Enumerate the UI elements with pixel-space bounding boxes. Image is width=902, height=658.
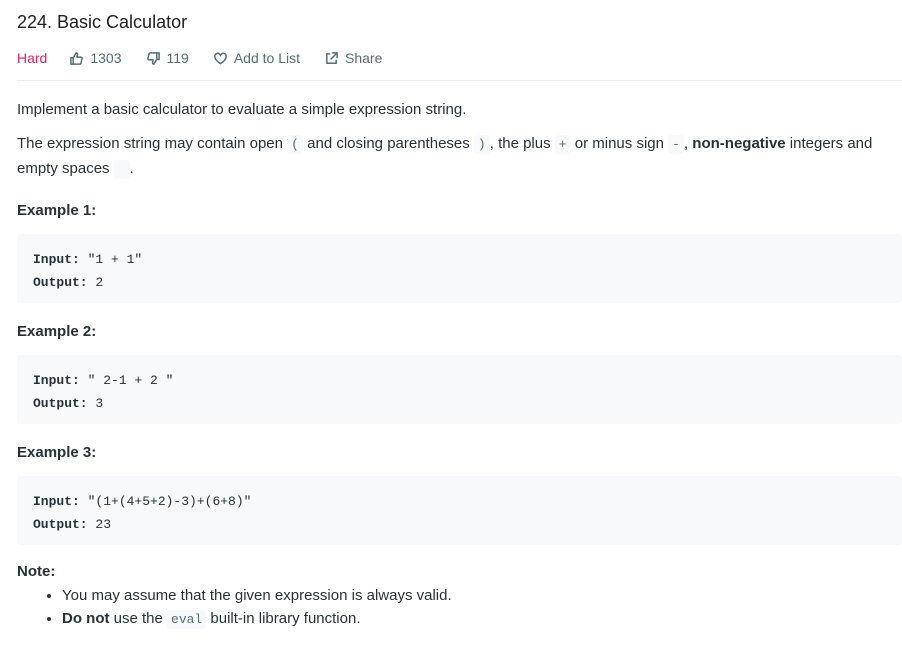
input-value: "1 + 1" [87, 252, 143, 267]
share-icon [326, 51, 338, 64]
output-label: Output: [33, 517, 88, 532]
description-details: The expression string may contain open (… [17, 132, 902, 182]
heart-icon [213, 52, 227, 64]
example-title: Example 3: [17, 444, 97, 461]
output-value: 3 [95, 396, 104, 411]
example-code-block: Input: "1 + 1" Output: 2 [17, 234, 902, 303]
code-eval: eval [167, 610, 207, 629]
share-button[interactable]: Share [324, 50, 382, 66]
add-to-list-label: Add to List [233, 50, 300, 66]
text-span: use the [109, 610, 168, 627]
thumbs-up-icon [70, 51, 84, 65]
add-to-list-button[interactable]: Add to List [213, 50, 300, 66]
example-code-block: Input: "(1+(4+5+2)-3)+(6+8)" Output: 23 [17, 476, 902, 545]
problem-meta-bar: Hard 1303 119 Add to List Share [17, 45, 902, 81]
output-label: Output: [33, 275, 88, 290]
example-title: Example 1: [17, 202, 97, 219]
example-title: Example 2: [17, 323, 97, 340]
input-label: Input: [33, 494, 80, 509]
like-button[interactable]: 1303 [69, 50, 122, 66]
code-close-paren: ) [473, 135, 490, 154]
example-3: Example 3: Input: "(1+(4+5+2)-3)+(6+8)" … [17, 443, 902, 545]
example-input-line: Input: "1 + 1" [33, 248, 886, 271]
example-code-block: Input: " 2-1 + 2 " Output: 3 [17, 355, 902, 424]
problem-title: 224. Basic Calculator [17, 12, 188, 32]
non-negative-emphasis: non-negative [692, 135, 786, 152]
example-output-line: Output: 23 [33, 513, 886, 536]
difficulty-badge: Hard [17, 50, 48, 66]
do-not-emphasis: Do not [62, 610, 110, 627]
input-value: " 2-1 + 2 " [87, 373, 174, 388]
output-label: Output: [33, 396, 88, 411]
share-label: Share [345, 50, 383, 66]
example-2: Example 2: Input: " 2-1 + 2 " Output: 3 [17, 322, 902, 424]
description-intro: Implement a basic calculator to evaluate… [17, 101, 467, 118]
example-output-line: Output: 2 [33, 271, 886, 294]
example-1: Example 1: Input: "1 + 1" Output: 2 [17, 201, 902, 303]
input-label: Input: [33, 252, 80, 267]
text-span: and closing parentheses [302, 135, 474, 152]
text-span: The expression string may contain open [17, 135, 288, 152]
code-space [113, 160, 130, 179]
note-item: You may assume that the given expression… [62, 584, 902, 607]
output-value: 2 [95, 275, 104, 290]
note-title: Note: [17, 563, 56, 580]
text-span: built-in library function. [206, 610, 361, 627]
problem-page: 224. Basic Calculator Hard 1303 119 Add … [0, 0, 902, 658]
like-count: 1303 [90, 50, 122, 66]
input-label: Input: [33, 373, 80, 388]
code-open-paren: ( [287, 135, 303, 154]
text-span: , the plus [489, 135, 555, 152]
input-value: "(1+(4+5+2)-3)+(6+8)" [87, 494, 252, 509]
dislike-button[interactable]: 119 [146, 50, 189, 66]
code-minus: - [668, 135, 684, 154]
example-input-line: Input: "(1+(4+5+2)-3)+(6+8)" [33, 490, 886, 513]
note-item: Do not use the eval built-in library fun… [62, 607, 902, 631]
note-list: You may assume that the given expression… [17, 584, 902, 631]
output-value: 23 [95, 517, 112, 532]
code-plus: + [554, 135, 571, 154]
text-span: . [129, 160, 134, 177]
dislike-count: 119 [166, 50, 189, 66]
thumbs-down-icon [146, 51, 160, 65]
problem-description: Implement a basic calculator to evaluate… [17, 98, 902, 631]
text-span: or minus sign [570, 135, 669, 152]
example-input-line: Input: " 2-1 + 2 " [33, 369, 886, 392]
example-output-line: Output: 3 [33, 392, 886, 415]
